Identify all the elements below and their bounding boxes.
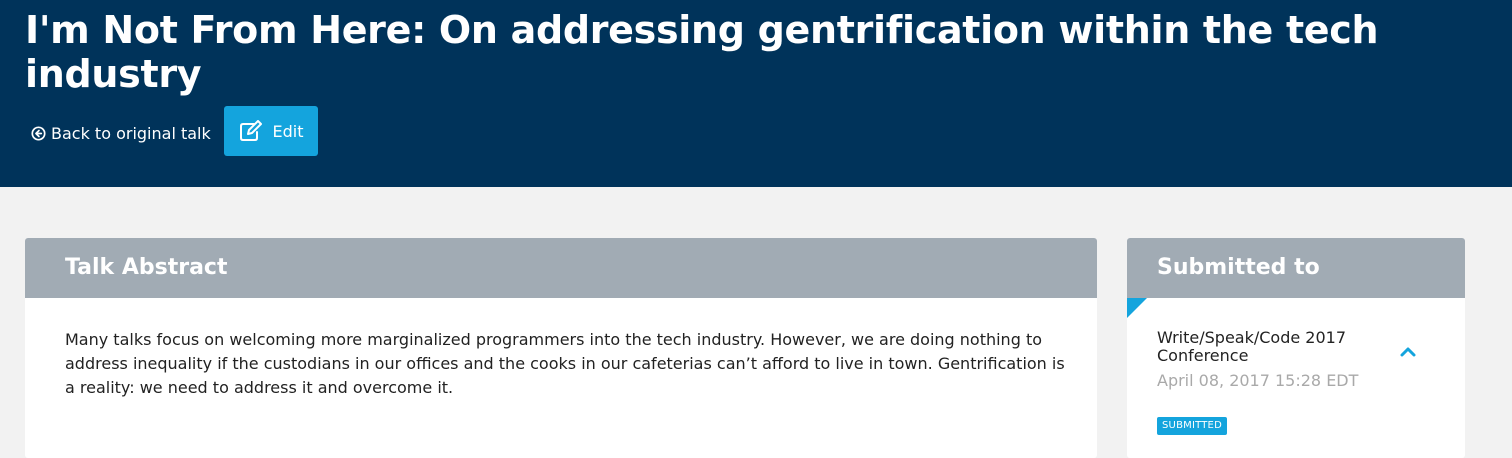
chevron-up-icon[interactable] — [1399, 344, 1417, 358]
corner-marker — [1127, 298, 1147, 318]
status-badge: SUBMITTED — [1157, 417, 1227, 435]
edit-button[interactable]: Edit — [224, 106, 318, 156]
submission-date: April 08, 2017 15:28 EDT — [1157, 371, 1359, 390]
talk-abstract-text: Many talks focus on welcoming more margi… — [65, 330, 1065, 397]
page-header: I'm Not From Here: On addressing gentrif… — [0, 0, 1512, 187]
circle-arrow-left-icon — [31, 125, 46, 141]
back-to-original-talk-link[interactable]: Back to original talk — [31, 122, 211, 144]
edit-pencil-icon — [239, 120, 262, 141]
back-link-label: Back to original talk — [51, 123, 211, 143]
page-title: I'm Not From Here: On addressing gentrif… — [25, 8, 1379, 96]
submitted-to-heading: Submitted to — [1127, 238, 1465, 298]
conference-name: Write/Speak/Code 2017 Conference — [1157, 328, 1347, 365]
submitted-to-card: Submitted to Write/Speak/Code 2017 Confe… — [1127, 238, 1465, 458]
edit-button-label: Edit — [272, 121, 304, 141]
talk-abstract-card: Talk Abstract Many talks focus on welcom… — [25, 238, 1097, 458]
talk-abstract-heading: Talk Abstract — [25, 238, 1097, 298]
